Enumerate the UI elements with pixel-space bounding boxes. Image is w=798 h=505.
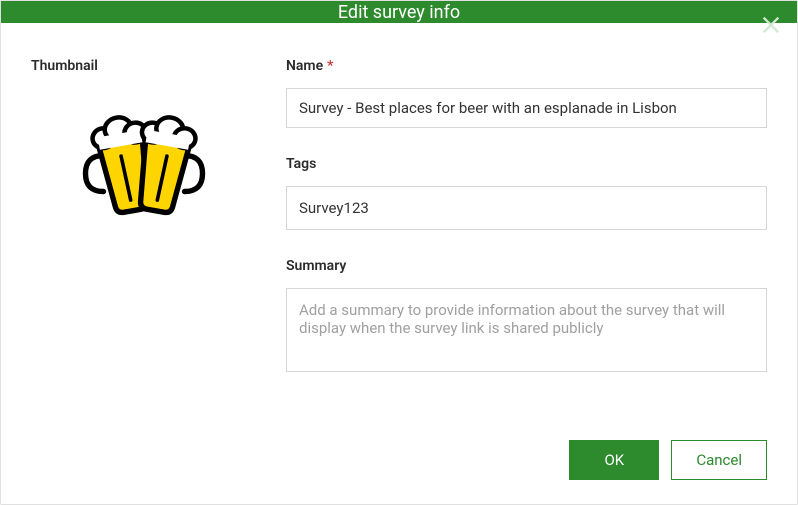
ok-button[interactable]: OK	[569, 440, 659, 480]
close-button[interactable]	[757, 11, 785, 39]
cancel-button[interactable]: Cancel	[671, 440, 767, 480]
beer-mugs-icon	[54, 88, 234, 223]
dialog-footer: OK Cancel	[1, 424, 797, 504]
required-indicator: *	[327, 58, 333, 74]
edit-survey-dialog: Edit survey info Thumbnail	[0, 0, 798, 505]
tags-field-group: Tags Survey123	[286, 156, 767, 230]
name-label: Name*	[286, 58, 767, 74]
dialog-body: Thumbnail	[1, 23, 797, 424]
tags-label: Tags	[286, 156, 767, 172]
close-icon	[760, 14, 782, 36]
tag-item: Survey123	[299, 199, 369, 217]
name-label-text: Name	[286, 58, 323, 74]
name-field-group: Name*	[286, 58, 767, 128]
tags-input[interactable]: Survey123	[286, 186, 767, 230]
thumbnail-label: Thumbnail	[31, 58, 256, 74]
dialog-header: Edit survey info	[1, 1, 797, 23]
thumbnail-image[interactable]	[31, 88, 256, 223]
thumbnail-column: Thumbnail	[31, 58, 256, 404]
summary-textarea[interactable]	[286, 288, 767, 372]
summary-field-group: Summary	[286, 258, 767, 376]
name-input[interactable]	[286, 88, 767, 128]
form-column: Name* Tags Survey123 Summary	[286, 58, 767, 404]
dialog-title: Edit survey info	[1, 2, 797, 23]
summary-label: Summary	[286, 258, 767, 274]
